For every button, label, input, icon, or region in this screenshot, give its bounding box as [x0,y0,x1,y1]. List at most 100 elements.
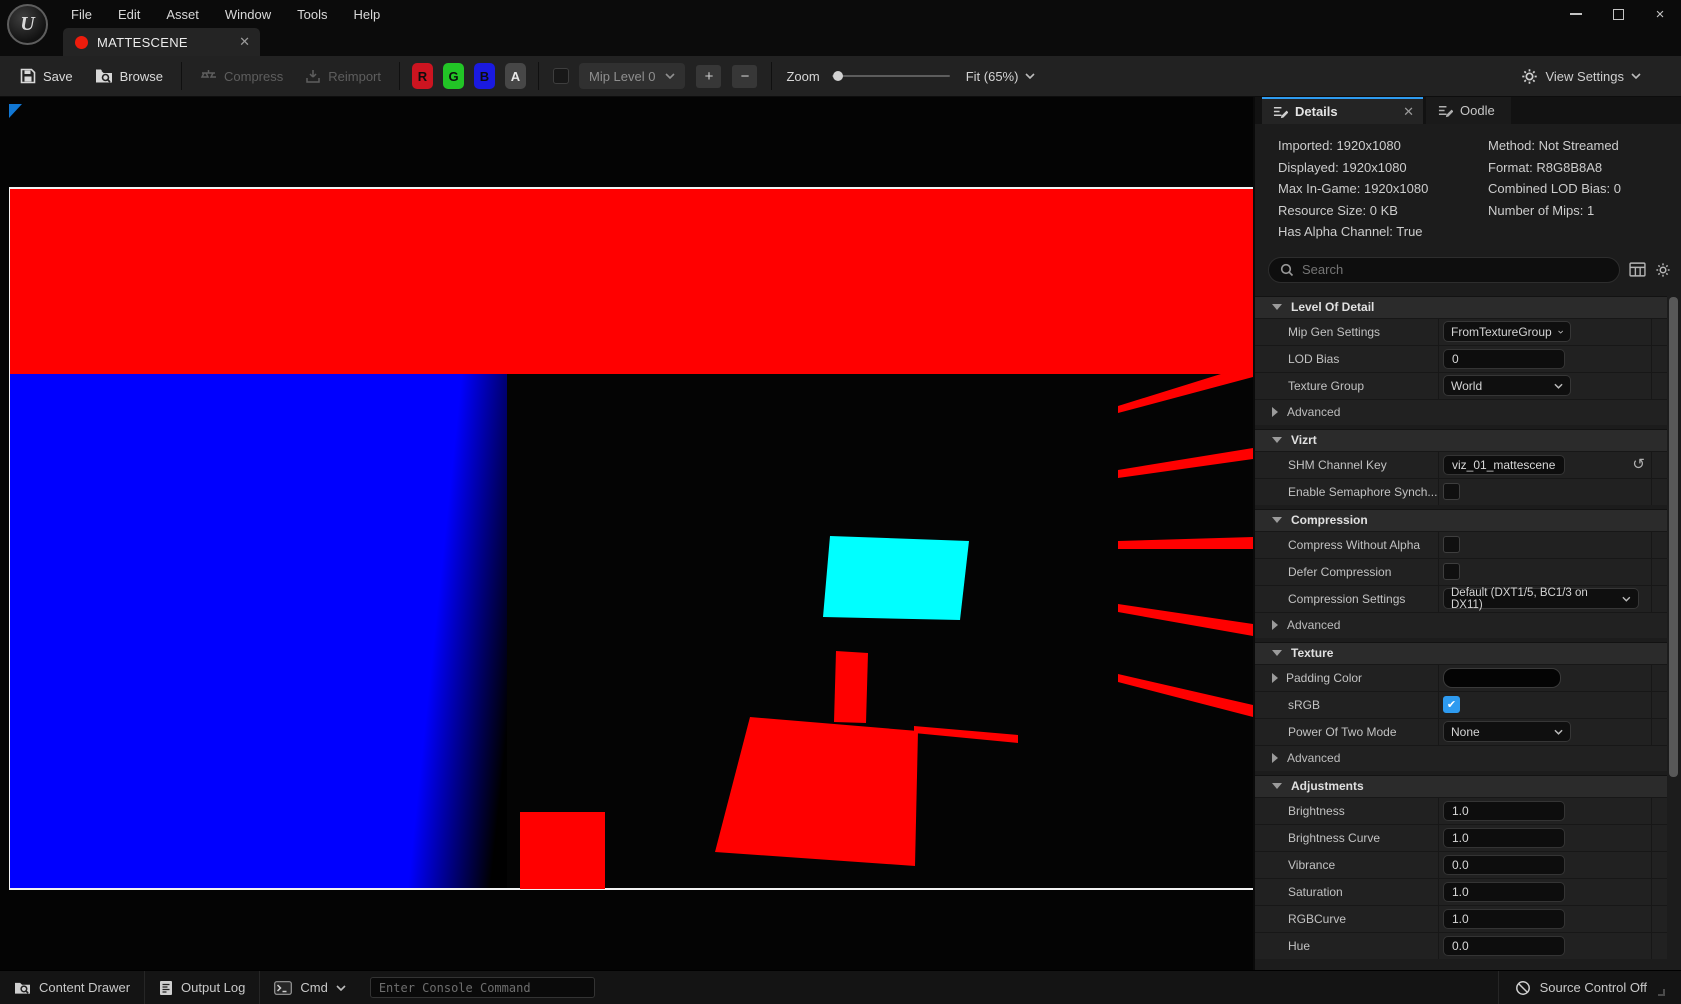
advanced-expander-compression[interactable]: Advanced [1255,612,1667,638]
mip-level-dropdown[interactable]: Mip Level 0 [579,63,685,89]
settings-gear-icon[interactable] [1655,262,1671,278]
oodle-icon [1438,103,1453,118]
section-compression[interactable]: Compression [1255,509,1667,531]
browse-button[interactable]: Browse [85,61,173,91]
defer-compression-checkbox[interactable] [1443,563,1460,580]
reimport-icon [305,68,321,84]
maximize-button[interactable] [1597,0,1639,28]
mip-level-checkbox[interactable] [553,68,569,84]
tab-oodle[interactable]: Oodle [1426,97,1511,124]
power-of-two-mode-dropdown[interactable]: None [1443,721,1571,742]
search-input[interactable] [1302,262,1608,277]
padding-color-swatch[interactable] [1443,668,1561,688]
console-command-field[interactable] [370,977,595,998]
compression-settings-dropdown[interactable]: Default (DXT1/5, BC1/3 on DX11) [1443,588,1639,609]
expanded-arrow-icon [1272,783,1282,789]
alpha-channel-button[interactable]: A [505,63,526,89]
compress-without-alpha-checkbox[interactable] [1443,536,1460,553]
source-control-button[interactable]: Source Control Off [1498,971,1681,1004]
green-channel-button[interactable]: G [443,63,464,89]
red-large-quad [715,717,918,866]
menu-file[interactable]: File [58,0,105,28]
zoom-slider[interactable] [832,75,950,77]
panel-scrollbar[interactable] [1669,297,1678,777]
mip-gen-settings-dropdown[interactable]: FromTextureGroup [1443,321,1571,342]
advanced-expander-texture[interactable]: Advanced [1255,745,1667,771]
shm-channel-key-input[interactable]: viz_01_mattescene [1443,455,1565,475]
section-adjustments[interactable]: Adjustments [1255,775,1667,797]
asset-tab-row: MATTESCENE ✕ [0,28,1681,56]
cmd-dropdown[interactable]: Cmd [260,971,359,1004]
chevron-down-icon [1554,383,1563,389]
reimport-button[interactable]: Reimport [295,61,391,91]
blue-channel-button[interactable]: B [474,63,495,89]
menu-asset[interactable]: Asset [153,0,212,28]
property-list: Level Of Detail Mip Gen Settings FromTex… [1255,292,1681,971]
menu-edit[interactable]: Edit [105,0,153,28]
zoom-slider-knob[interactable] [833,71,843,81]
tab-close-icon[interactable]: ✕ [239,34,250,50]
mip-minus-button[interactable]: − [732,65,757,88]
enable-semaphore-checkbox[interactable] [1443,483,1460,500]
compress-button[interactable]: Compress [190,61,293,91]
row-texture-group: Texture Group World [1255,372,1667,399]
texture-info-block: Imported: 1920x1080 Displayed: 1920x1080… [1255,124,1681,255]
fit-zoom-dropdown[interactable]: Fit (65%) [966,69,1036,84]
unreal-logo-icon[interactable]: U [7,4,48,45]
red-stripe-2 [1118,448,1253,478]
hue-input[interactable]: 0.0 [1443,936,1565,956]
toolbar-separator [181,62,182,90]
row-defer-compression: Defer Compression [1255,558,1667,585]
menu-tools[interactable]: Tools [284,0,340,28]
texture-group-dropdown[interactable]: World [1443,375,1571,396]
row-saturation: Saturation 1.0 [1255,878,1667,905]
search-field[interactable] [1268,257,1620,283]
reset-to-default-icon[interactable]: ↺ [1632,457,1645,472]
zoom-label: Zoom [786,69,819,84]
texture-viewport[interactable] [0,97,1253,970]
chevron-down-icon [1025,73,1035,79]
mip-plus-button[interactable]: + [696,65,721,88]
details-panel: Details ✕ Oodle Imported: 1920x1080 Disp… [1255,97,1681,970]
minimize-button[interactable] [1555,0,1597,28]
red-channel-button[interactable]: R [412,63,433,89]
menu-help[interactable]: Help [340,0,393,28]
chevron-down-icon [336,985,346,991]
expanded-arrow-icon [1272,437,1282,443]
section-vizrt[interactable]: Vizrt [1255,429,1667,451]
brightness-input[interactable]: 1.0 [1443,801,1565,821]
rgbcurve-input[interactable]: 1.0 [1443,909,1565,929]
chevron-down-icon [1558,329,1563,335]
console-command-input[interactable] [379,981,586,995]
advanced-expander-lod[interactable]: Advanced [1255,399,1667,425]
cyan-quad [823,536,969,620]
info-combined-lod-bias: Combined LOD Bias: 0 [1488,178,1681,200]
red-small-square [520,812,605,889]
lod-bias-input[interactable]: 0 [1443,349,1565,369]
row-mip-gen-settings: Mip Gen Settings FromTextureGroup [1255,318,1667,345]
asset-tab-mattescene[interactable]: MATTESCENE ✕ [63,28,260,56]
output-log-button[interactable]: Output Log [145,971,259,1004]
save-button[interactable]: Save [10,61,83,91]
close-button[interactable]: × [1639,0,1681,28]
tab-close-icon[interactable]: ✕ [1403,104,1414,120]
toolbar-separator [399,62,400,90]
vibrance-input[interactable]: 0.0 [1443,855,1565,875]
resize-grip[interactable] [1658,989,1665,996]
saturation-input[interactable]: 1.0 [1443,882,1565,902]
view-settings-button[interactable]: View Settings [1521,68,1673,85]
collapsed-arrow-icon[interactable] [1272,673,1278,683]
menu-bar: File Edit Asset Window Tools Help [58,0,393,28]
row-power-of-two-mode: Power Of Two Mode None [1255,718,1667,745]
source-control-off-icon [1515,980,1531,996]
menu-window[interactable]: Window [212,0,284,28]
row-brightness: Brightness 1.0 [1255,797,1667,824]
display-filter-icon[interactable] [1629,262,1646,277]
output-log-icon [159,980,173,996]
content-drawer-button[interactable]: Content Drawer [0,971,144,1004]
section-level-of-detail[interactable]: Level Of Detail [1255,296,1667,318]
srgb-checkbox[interactable]: ✔ [1443,696,1460,713]
brightness-curve-input[interactable]: 1.0 [1443,828,1565,848]
section-texture[interactable]: Texture [1255,642,1667,664]
tab-details[interactable]: Details ✕ [1262,97,1423,124]
